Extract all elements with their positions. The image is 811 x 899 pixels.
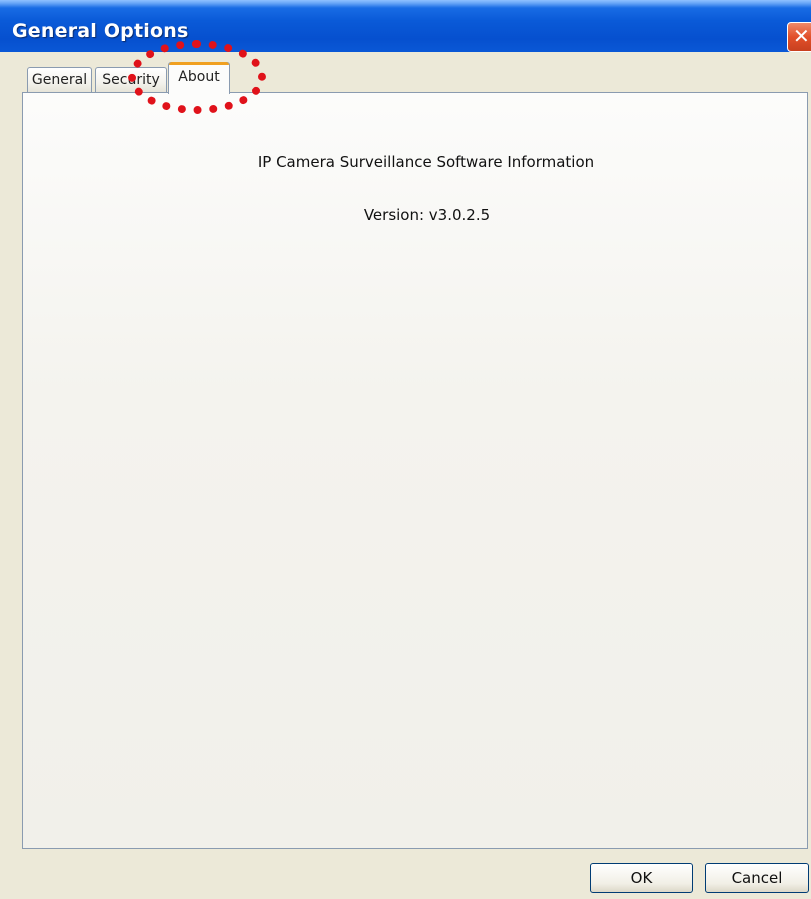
general-options-dialog: General Options ✕ General Security About… xyxy=(0,0,811,899)
cancel-button[interactable]: Cancel xyxy=(705,863,809,893)
tab-security[interactable]: Security xyxy=(95,67,167,93)
title-bar[interactable]: General Options xyxy=(0,0,811,52)
tab-about-label: About xyxy=(178,69,220,85)
tab-general-label: General xyxy=(31,72,88,88)
ok-button[interactable]: OK xyxy=(590,863,693,893)
version-text: Version: v3.0.2.5 xyxy=(363,206,491,224)
tab-about[interactable]: About xyxy=(168,62,230,94)
tab-security-label: Security xyxy=(102,72,160,88)
about-panel: IP Camera Surveillance Software Informat… xyxy=(22,92,808,849)
close-icon: ✕ xyxy=(793,24,810,48)
window-title: General Options xyxy=(12,20,189,42)
software-info-heading: IP Camera Surveillance Software Informat… xyxy=(257,153,595,171)
close-button[interactable]: ✕ xyxy=(787,22,811,52)
tab-general[interactable]: General xyxy=(27,67,92,93)
